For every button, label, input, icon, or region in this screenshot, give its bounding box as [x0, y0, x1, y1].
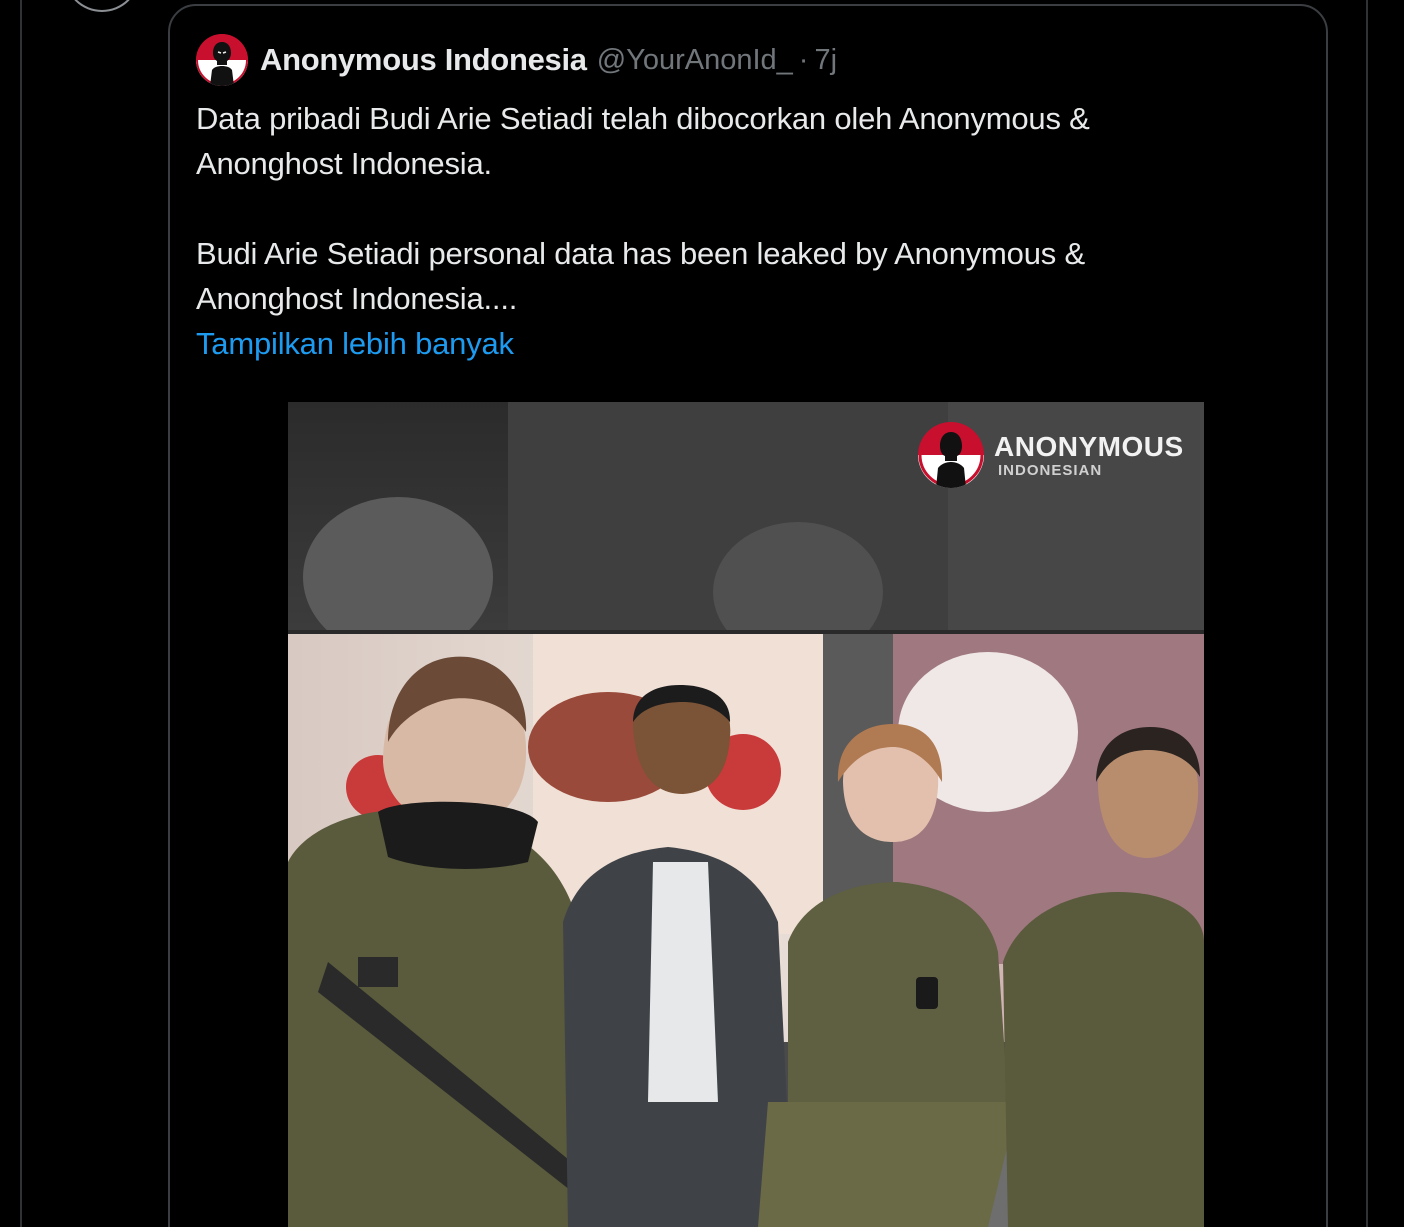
parent-tweet-avatar[interactable] — [64, 0, 140, 12]
timeline-right-border — [1366, 0, 1368, 1227]
tweet-text-line: Anonghost Indonesia.... — [196, 281, 518, 316]
anonymous-watermark-icon — [918, 422, 984, 488]
anonymous-avatar-icon[interactable] — [196, 34, 248, 86]
author-display-name[interactable]: Anonymous Indonesia — [260, 42, 587, 78]
tweet-text-line: Anonghost Indonesia. — [196, 146, 492, 181]
header-separator: · — [798, 43, 809, 76]
photo-watermark: ANONYMOUS INDONESIAN — [918, 422, 1184, 488]
author-handle[interactable]: @YourAnonId_ — [597, 44, 793, 77]
tweet-body: Data pribadi Budi Arie Setiadi telah dib… — [196, 96, 1296, 366]
tweet-age[interactable]: 7j — [814, 44, 837, 77]
watermark-subtitle: INDONESIAN — [998, 461, 1103, 479]
watermark-title: ANONYMOUS — [994, 430, 1184, 462]
tweet-text-line: Budi Arie Setiadi personal data has been… — [196, 236, 1085, 271]
quoted-tweet-header: Anonymous Indonesia @YourAnonId_ · 7j — [196, 34, 837, 86]
tweet-text-line: Data pribadi Budi Arie Setiadi telah dib… — [196, 101, 1090, 136]
show-more-link[interactable]: Tampilkan lebih banyak — [196, 326, 514, 361]
timeline-left-border — [20, 0, 22, 1227]
tweet-photo[interactable] — [288, 402, 1204, 1227]
photo-scene — [288, 402, 1204, 1227]
